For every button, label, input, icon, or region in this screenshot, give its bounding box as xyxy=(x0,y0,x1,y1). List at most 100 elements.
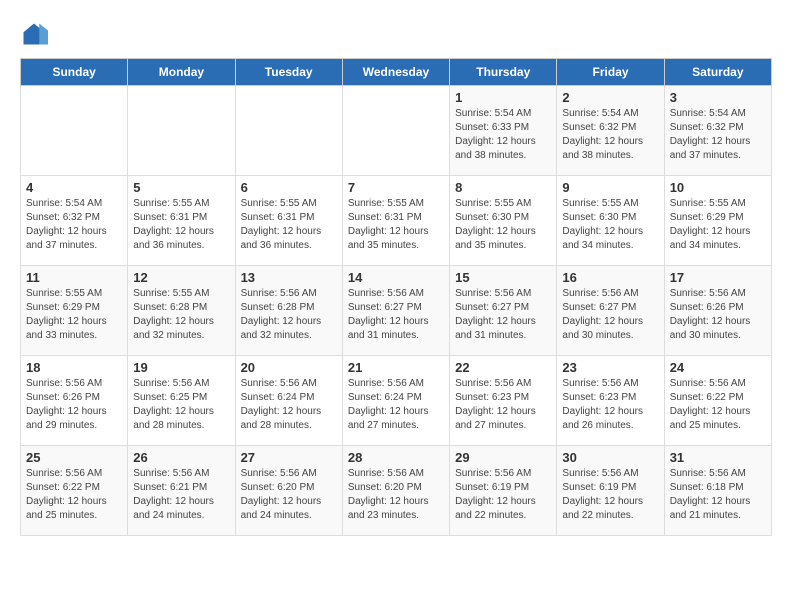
cell-content: Sunrise: 5:55 AM Sunset: 6:31 PM Dayligh… xyxy=(133,197,229,253)
day-number: 14 xyxy=(348,270,444,285)
days-header-row: SundayMondayTuesdayWednesdayThursdayFrid… xyxy=(21,59,772,86)
day-number: 29 xyxy=(455,450,551,465)
day-number: 20 xyxy=(241,360,337,375)
calendar-cell: 3 Sunrise: 5:54 AM Sunset: 6:32 PM Daylig… xyxy=(664,86,771,176)
calendar-cell: 5 Sunrise: 5:55 AM Sunset: 6:31 PM Daylig… xyxy=(128,176,235,266)
header-tuesday: Tuesday xyxy=(235,59,342,86)
logo xyxy=(20,20,52,48)
cell-content: Sunrise: 5:56 AM Sunset: 6:26 PM Dayligh… xyxy=(26,377,122,433)
day-number: 26 xyxy=(133,450,229,465)
calendar-cell: 17 Sunrise: 5:56 AM Sunset: 6:26 PM Dayli… xyxy=(664,266,771,356)
calendar-cell: 12 Sunrise: 5:55 AM Sunset: 6:28 PM Dayli… xyxy=(128,266,235,356)
calendar-cell: 1 Sunrise: 5:54 AM Sunset: 6:33 PM Daylig… xyxy=(450,86,557,176)
cell-content: Sunrise: 5:56 AM Sunset: 6:24 PM Dayligh… xyxy=(241,377,337,433)
cell-content: Sunrise: 5:56 AM Sunset: 6:20 PM Dayligh… xyxy=(241,467,337,523)
calendar-table: SundayMondayTuesdayWednesdayThursdayFrid… xyxy=(20,58,772,536)
calendar-cell: 6 Sunrise: 5:55 AM Sunset: 6:31 PM Daylig… xyxy=(235,176,342,266)
week-row-4: 18 Sunrise: 5:56 AM Sunset: 6:26 PM Dayli… xyxy=(21,356,772,446)
cell-content: Sunrise: 5:56 AM Sunset: 6:22 PM Dayligh… xyxy=(670,377,766,433)
day-number: 2 xyxy=(562,90,658,105)
calendar-cell: 11Sunrise: 5:55 AM Sunset: 6:29 PM Dayli… xyxy=(21,266,128,356)
cell-content: Sunrise: 5:55 AM Sunset: 6:29 PM Dayligh… xyxy=(670,197,766,253)
cell-content: Sunrise: 5:55 AM Sunset: 6:30 PM Dayligh… xyxy=(562,197,658,253)
day-number: 6 xyxy=(241,180,337,195)
day-number: 1 xyxy=(455,90,551,105)
cell-content: Sunrise: 5:55 AM Sunset: 6:29 PM Dayligh… xyxy=(26,287,122,343)
cell-content: Sunrise: 5:56 AM Sunset: 6:18 PM Dayligh… xyxy=(670,467,766,523)
day-number: 21 xyxy=(348,360,444,375)
header-saturday: Saturday xyxy=(664,59,771,86)
day-number: 19 xyxy=(133,360,229,375)
day-number: 16 xyxy=(562,270,658,285)
cell-content: Sunrise: 5:55 AM Sunset: 6:28 PM Dayligh… xyxy=(133,287,229,343)
day-number: 7 xyxy=(348,180,444,195)
week-row-3: 11Sunrise: 5:55 AM Sunset: 6:29 PM Dayli… xyxy=(21,266,772,356)
day-number: 15 xyxy=(455,270,551,285)
week-row-5: 25 Sunrise: 5:56 AM Sunset: 6:22 PM Dayli… xyxy=(21,446,772,536)
calendar-cell: 30 Sunrise: 5:56 AM Sunset: 6:19 PM Dayli… xyxy=(557,446,664,536)
calendar-cell: 31 Sunrise: 5:56 AM Sunset: 6:18 PM Dayli… xyxy=(664,446,771,536)
cell-content: Sunrise: 5:56 AM Sunset: 6:19 PM Dayligh… xyxy=(562,467,658,523)
week-row-2: 4 Sunrise: 5:54 AM Sunset: 6:32 PM Daylig… xyxy=(21,176,772,266)
cell-content: Sunrise: 5:56 AM Sunset: 6:24 PM Dayligh… xyxy=(348,377,444,433)
cell-content: Sunrise: 5:56 AM Sunset: 6:25 PM Dayligh… xyxy=(133,377,229,433)
header-wednesday: Wednesday xyxy=(342,59,449,86)
cell-content: Sunrise: 5:56 AM Sunset: 6:27 PM Dayligh… xyxy=(562,287,658,343)
cell-content: Sunrise: 5:55 AM Sunset: 6:31 PM Dayligh… xyxy=(348,197,444,253)
cell-content: Sunrise: 5:55 AM Sunset: 6:30 PM Dayligh… xyxy=(455,197,551,253)
cell-content: Sunrise: 5:54 AM Sunset: 6:32 PM Dayligh… xyxy=(562,107,658,163)
calendar-cell: 22 Sunrise: 5:56 AM Sunset: 6:23 PM Dayli… xyxy=(450,356,557,446)
day-number: 25 xyxy=(26,450,122,465)
header-monday: Monday xyxy=(128,59,235,86)
calendar-cell xyxy=(235,86,342,176)
calendar-cell: 28Sunrise: 5:56 AM Sunset: 6:20 PM Dayli… xyxy=(342,446,449,536)
calendar-cell: 16 Sunrise: 5:56 AM Sunset: 6:27 PM Dayli… xyxy=(557,266,664,356)
cell-content: Sunrise: 5:54 AM Sunset: 6:33 PM Dayligh… xyxy=(455,107,551,163)
calendar-cell: 9 Sunrise: 5:55 AM Sunset: 6:30 PM Daylig… xyxy=(557,176,664,266)
cell-content: Sunrise: 5:56 AM Sunset: 6:27 PM Dayligh… xyxy=(348,287,444,343)
page-header xyxy=(20,20,772,48)
cell-content: Sunrise: 5:56 AM Sunset: 6:21 PM Dayligh… xyxy=(133,467,229,523)
calendar-cell: 4 Sunrise: 5:54 AM Sunset: 6:32 PM Daylig… xyxy=(21,176,128,266)
cell-content: Sunrise: 5:56 AM Sunset: 6:23 PM Dayligh… xyxy=(455,377,551,433)
day-number: 3 xyxy=(670,90,766,105)
cell-content: Sunrise: 5:54 AM Sunset: 6:32 PM Dayligh… xyxy=(670,107,766,163)
calendar-cell xyxy=(342,86,449,176)
day-number: 30 xyxy=(562,450,658,465)
day-number: 12 xyxy=(133,270,229,285)
day-number: 23 xyxy=(562,360,658,375)
day-number: 10 xyxy=(670,180,766,195)
calendar-cell xyxy=(128,86,235,176)
header-sunday: Sunday xyxy=(21,59,128,86)
cell-content: Sunrise: 5:56 AM Sunset: 6:26 PM Dayligh… xyxy=(670,287,766,343)
day-number: 18 xyxy=(26,360,122,375)
calendar-cell: 2 Sunrise: 5:54 AM Sunset: 6:32 PM Daylig… xyxy=(557,86,664,176)
calendar-cell: 15Sunrise: 5:56 AM Sunset: 6:27 PM Dayli… xyxy=(450,266,557,356)
day-number: 17 xyxy=(670,270,766,285)
calendar-cell: 24 Sunrise: 5:56 AM Sunset: 6:22 PM Dayli… xyxy=(664,356,771,446)
day-number: 22 xyxy=(455,360,551,375)
calendar-cell: 26 Sunrise: 5:56 AM Sunset: 6:21 PM Dayli… xyxy=(128,446,235,536)
cell-content: Sunrise: 5:56 AM Sunset: 6:19 PM Dayligh… xyxy=(455,467,551,523)
calendar-cell: 21 Sunrise: 5:56 AM Sunset: 6:24 PM Dayli… xyxy=(342,356,449,446)
cell-content: Sunrise: 5:56 AM Sunset: 6:23 PM Dayligh… xyxy=(562,377,658,433)
calendar-cell: 13Sunrise: 5:56 AM Sunset: 6:28 PM Dayli… xyxy=(235,266,342,356)
day-number: 24 xyxy=(670,360,766,375)
calendar-cell: 19 Sunrise: 5:56 AM Sunset: 6:25 PM Dayli… xyxy=(128,356,235,446)
day-number: 5 xyxy=(133,180,229,195)
day-number: 31 xyxy=(670,450,766,465)
day-number: 9 xyxy=(562,180,658,195)
cell-content: Sunrise: 5:56 AM Sunset: 6:22 PM Dayligh… xyxy=(26,467,122,523)
day-number: 4 xyxy=(26,180,122,195)
cell-content: Sunrise: 5:55 AM Sunset: 6:31 PM Dayligh… xyxy=(241,197,337,253)
cell-content: Sunrise: 5:54 AM Sunset: 6:32 PM Dayligh… xyxy=(26,197,122,253)
calendar-cell: 7 Sunrise: 5:55 AM Sunset: 6:31 PM Daylig… xyxy=(342,176,449,266)
calendar-cell: 23 Sunrise: 5:56 AM Sunset: 6:23 PM Dayli… xyxy=(557,356,664,446)
day-number: 8 xyxy=(455,180,551,195)
calendar-cell: 25 Sunrise: 5:56 AM Sunset: 6:22 PM Dayli… xyxy=(21,446,128,536)
header-thursday: Thursday xyxy=(450,59,557,86)
calendar-cell: 8 Sunrise: 5:55 AM Sunset: 6:30 PM Daylig… xyxy=(450,176,557,266)
calendar-cell: 10 Sunrise: 5:55 AM Sunset: 6:29 PM Dayli… xyxy=(664,176,771,266)
calendar-cell: 20 Sunrise: 5:56 AM Sunset: 6:24 PM Dayli… xyxy=(235,356,342,446)
week-row-1: 1 Sunrise: 5:54 AM Sunset: 6:33 PM Daylig… xyxy=(21,86,772,176)
